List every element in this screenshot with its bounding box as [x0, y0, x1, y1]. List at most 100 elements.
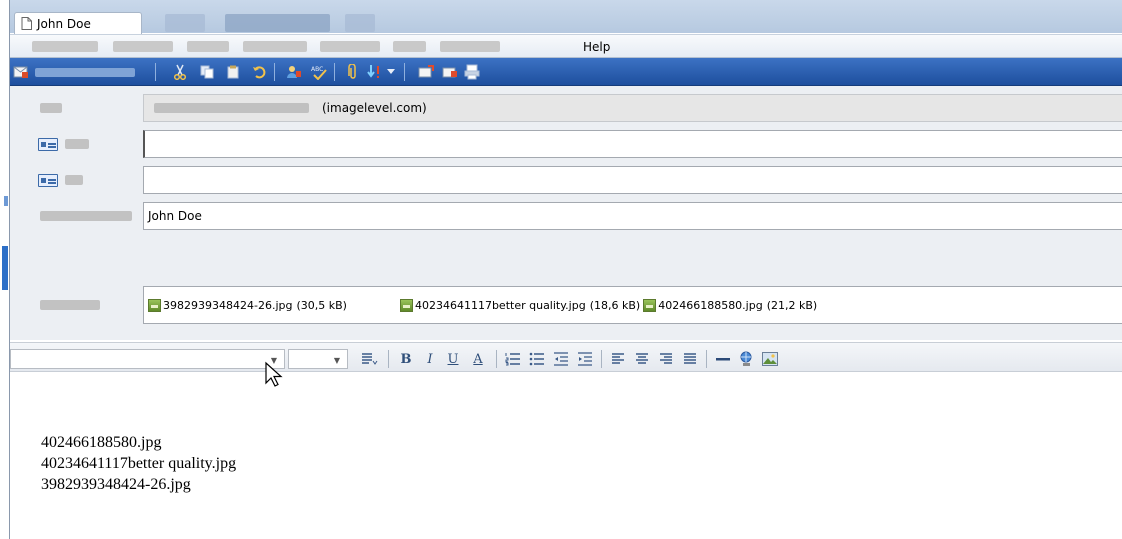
receive-icon: [418, 65, 434, 78]
edge-highlight: [4, 196, 8, 206]
send-label-blurred: [35, 67, 135, 77]
toolbar-separator: [404, 63, 405, 81]
subject-label: [40, 211, 132, 221]
font-color-button[interactable]: A: [466, 350, 490, 368]
from-label: [40, 103, 62, 113]
send-icon: [442, 67, 457, 78]
format-toolbar: ▼ ▼ B I U A: [10, 342, 1122, 372]
dropdown-icon: [387, 69, 395, 74]
attachments-row: 3982939348424-26.jpg (30,5 kB) 402346411…: [10, 286, 1122, 326]
menu-item[interactable]: [320, 41, 380, 52]
attachment-size: (18,6 kB): [589, 298, 641, 312]
print-button[interactable]: [462, 62, 482, 82]
subject-row: John Doe: [10, 202, 1122, 232]
bullet-list-button[interactable]: [527, 350, 547, 368]
insert-link-button[interactable]: [736, 350, 756, 368]
font-family-select[interactable]: ▼: [10, 349, 285, 369]
message-header: (imagelevel.com) John Doe 3982939348424-…: [10, 86, 1122, 340]
menu-help[interactable]: Help: [583, 40, 610, 54]
format-separator: [706, 350, 707, 368]
priority-button[interactable]: [365, 62, 385, 82]
attachments-label: [40, 300, 100, 310]
address-book-button[interactable]: [284, 62, 304, 82]
align-center-icon: [636, 353, 648, 364]
copy-icon: [200, 65, 214, 79]
cc-contact-icon[interactable]: [38, 174, 58, 187]
blurred-tab: [165, 14, 205, 32]
indent-icon: [578, 352, 592, 366]
align-right-button[interactable]: [656, 350, 676, 368]
menu-item[interactable]: [187, 41, 229, 52]
body-line: 3982939348424-26.jpg: [41, 476, 191, 493]
to-contact-icon[interactable]: [38, 138, 58, 151]
menu-item[interactable]: [32, 41, 98, 52]
attachment-size: (21,2 kB): [766, 298, 818, 312]
cc-field[interactable]: [143, 166, 1122, 194]
numbered-list-button[interactable]: [503, 350, 523, 368]
undo-button[interactable]: [249, 62, 269, 82]
paste-button[interactable]: [223, 62, 243, 82]
subject-field[interactable]: John Doe: [143, 202, 1122, 230]
justify-icon: [684, 353, 696, 364]
body-line: 402466188580.jpg: [41, 434, 162, 451]
attach-button[interactable]: [343, 62, 363, 82]
message-body[interactable]: 402466188580.jpg 40234641117better quali…: [10, 373, 1122, 539]
priority-icon: [367, 65, 379, 78]
undo-icon: [253, 66, 266, 79]
paragraph-style-button[interactable]: [358, 350, 382, 368]
copy-button[interactable]: [197, 62, 217, 82]
justify-button[interactable]: [680, 350, 700, 368]
increase-indent-button[interactable]: [575, 350, 595, 368]
align-right-icon: [660, 353, 672, 364]
attachment-item[interactable]: 402466188580.jpg (21,2 kB): [643, 298, 818, 312]
toolbar-separator: [274, 63, 275, 81]
attachment-item[interactable]: 40234641117better quality.jpg (18,6 kB): [399, 298, 641, 312]
horizontal-line-icon: [716, 358, 730, 361]
align-left-button[interactable]: [608, 350, 628, 368]
format-separator: [388, 350, 389, 368]
spellcheck-button[interactable]: ABC: [309, 62, 329, 82]
send-button[interactable]: [13, 63, 148, 81]
horizontal-line-button[interactable]: [713, 350, 733, 368]
reply-button[interactable]: [440, 62, 460, 82]
menu-item[interactable]: [243, 41, 307, 52]
bullet-list-icon: [529, 352, 544, 366]
window-tab[interactable]: John Doe: [14, 12, 142, 34]
compose-window: John Doe Help ABC (imagelevel.com) John …: [9, 0, 1122, 539]
body-line: 40234641117better quality.jpg: [41, 455, 237, 472]
image-icon: [762, 352, 778, 366]
window-title: John Doe: [37, 16, 91, 31]
to-field[interactable]: [143, 130, 1122, 158]
title-bar: John Doe: [10, 0, 1122, 34]
from-address-blurred: [154, 103, 309, 113]
scissors-icon: [173, 64, 187, 80]
italic-button[interactable]: I: [420, 350, 440, 368]
receive-button[interactable]: [416, 62, 436, 82]
attachments-field: 3982939348424-26.jpg (30,5 kB) 402346411…: [143, 286, 1122, 324]
cut-button[interactable]: [170, 62, 190, 82]
menu-item[interactable]: [440, 41, 500, 52]
send-mail-icon: [13, 66, 28, 78]
toolbar-separator: [155, 63, 156, 81]
align-center-button[interactable]: [632, 350, 652, 368]
mouse-cursor-icon: [265, 361, 283, 387]
priority-dropdown[interactable]: [384, 62, 398, 82]
attach-icon: [348, 64, 356, 79]
attachment-name: 40234641117better quality.jpg: [414, 298, 586, 312]
menu-item[interactable]: [393, 41, 426, 52]
from-field[interactable]: (imagelevel.com): [143, 94, 1122, 122]
print-icon: [464, 64, 480, 80]
chevron-down-icon[interactable]: ▼: [330, 355, 344, 365]
insert-image-button[interactable]: [760, 350, 780, 368]
menu-item[interactable]: [113, 41, 173, 52]
decrease-indent-button[interactable]: [551, 350, 571, 368]
address-book-icon: [287, 66, 301, 78]
menu-bar: Help: [10, 34, 1122, 58]
underline-button[interactable]: U: [443, 350, 463, 368]
paste-icon: [227, 65, 239, 79]
attachment-item[interactable]: 3982939348424-26.jpg (30,5 kB): [148, 298, 347, 312]
format-separator: [601, 350, 602, 368]
font-size-select[interactable]: ▼: [288, 349, 348, 369]
bold-button[interactable]: B: [396, 350, 416, 368]
toolbar-separator: [334, 63, 335, 81]
